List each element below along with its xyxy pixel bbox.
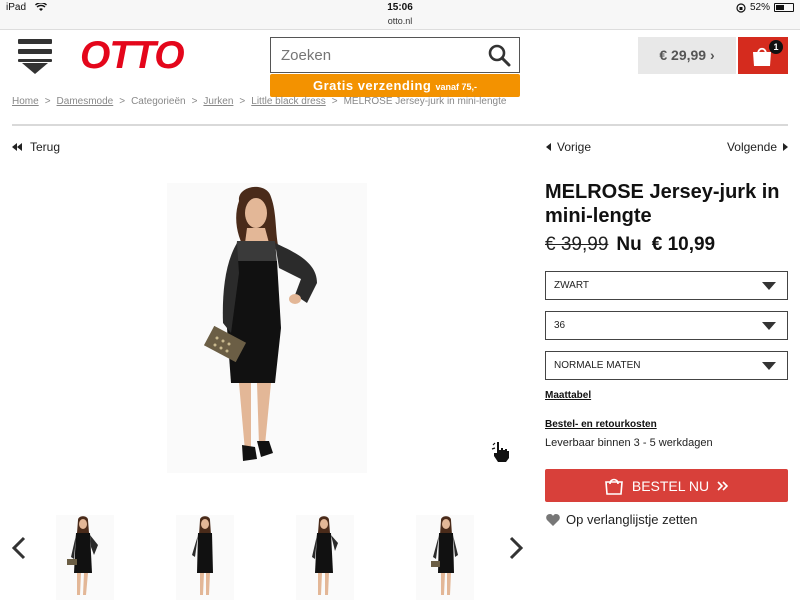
order-now-label: BESTEL NU	[631, 477, 710, 494]
fit-select[interactable]: NORMALE MATEN	[545, 351, 788, 380]
breadcrumb-item: Categorieën	[131, 96, 186, 107]
address-url[interactable]: otto.nl	[0, 16, 800, 26]
order-now-button[interactable]: BESTEL NU	[545, 469, 788, 502]
divider	[12, 124, 788, 126]
clock: 15:06	[387, 2, 413, 13]
search-box	[270, 37, 520, 73]
chevron-left-icon[interactable]	[10, 535, 28, 561]
thumbnail-image	[192, 516, 213, 595]
shipping-banner-text: Gratis verzending	[313, 78, 432, 93]
breadcrumb-item[interactable]: Damesmode	[57, 96, 114, 107]
breadcrumb-item[interactable]: Home	[12, 96, 39, 107]
status-bar: iPad 15:06 otto.nl 52%	[0, 0, 800, 30]
thumbnail-image	[431, 516, 458, 595]
otto-logo[interactable]: OTTO	[80, 34, 185, 78]
next-link[interactable]: Volgende	[727, 140, 788, 154]
cart-total-button[interactable]: € 29,99 ›	[638, 37, 736, 74]
chevron-down-icon	[762, 362, 776, 370]
size-select-value: 36	[554, 320, 566, 331]
battery-icon	[774, 3, 794, 12]
chevron-down-icon	[762, 322, 776, 330]
now-label: Nu	[616, 234, 642, 255]
battery-percent: 52%	[749, 2, 770, 13]
cart-button[interactable]: 1	[738, 37, 788, 74]
rewind-icon	[12, 143, 22, 151]
thumbnail-3[interactable]	[296, 515, 354, 600]
status-bar-right: 52%	[736, 2, 794, 13]
product-title: MELROSE Jersey-jurk in mini-lengte	[545, 181, 780, 227]
site-header: OTTO Gratis verzending vanaf 75,- € 29,9…	[0, 31, 800, 103]
caret-left-icon	[546, 143, 551, 151]
wishlist-link[interactable]: Op verlanglijstje zetten	[546, 512, 698, 527]
size-select[interactable]: 36	[545, 311, 788, 340]
chevron-right-icon[interactable]	[507, 535, 525, 561]
rotation-lock-icon	[736, 2, 746, 13]
current-price: € 10,99	[651, 234, 716, 255]
model-in-black-dress-image	[203, 186, 317, 461]
wishlist-label: Op verlanglijstje zetten	[566, 512, 698, 527]
breadcrumb-current: MELROSE Jersey-jurk in mini-lengte	[343, 96, 507, 107]
cart-count-badge: 1	[769, 40, 783, 54]
color-select[interactable]: ZWART	[545, 271, 788, 300]
free-shipping-banner[interactable]: Gratis verzending vanaf 75,-	[270, 74, 520, 97]
caret-right-icon	[783, 143, 788, 151]
previous-link[interactable]: Vorige	[546, 140, 591, 154]
old-price: € 39,99	[545, 234, 609, 255]
breadcrumb-item[interactable]: Jurken	[203, 96, 233, 107]
shipping-banner-threshold: vanaf 75,-	[435, 82, 477, 92]
fit-select-value: NORMALE MATEN	[554, 360, 641, 371]
heart-icon	[546, 513, 560, 526]
size-chart-link[interactable]: Maattabel	[545, 390, 591, 401]
back-link[interactable]: Terug	[12, 140, 60, 154]
thumbnail-image	[67, 516, 98, 595]
back-label: Terug	[30, 140, 61, 154]
search-icon[interactable]	[487, 43, 511, 67]
thumbnail-image	[312, 516, 338, 595]
search-input[interactable]	[271, 38, 481, 72]
hand-pointer-icon	[491, 442, 509, 462]
next-label: Volgende	[726, 140, 777, 154]
breadcrumb: Home > Damesmode > Categorieën > Jurken > Little…	[12, 96, 507, 107]
thumbnail-2[interactable]	[176, 515, 234, 600]
delivery-info: Leverbaar binnen 3 - 5 werkdagen	[545, 437, 713, 449]
previous-label: Vorige	[557, 140, 592, 154]
product-image[interactable]	[167, 183, 367, 473]
shopping-bag-icon	[604, 478, 623, 495]
shipping-costs-link[interactable]: Bestel- en retourkosten	[545, 419, 657, 430]
price-row: € 39,99 Nu € 10,99	[545, 234, 715, 256]
color-select-value: ZWART	[554, 280, 589, 291]
menu-icon[interactable]	[18, 37, 54, 75]
double-chevron-right-icon	[717, 480, 729, 491]
thumbnail-4[interactable]	[416, 515, 474, 600]
thumbnail-1[interactable]	[56, 515, 114, 600]
chevron-down-icon	[762, 282, 776, 290]
breadcrumb-item[interactable]: Little black dress	[251, 96, 325, 107]
